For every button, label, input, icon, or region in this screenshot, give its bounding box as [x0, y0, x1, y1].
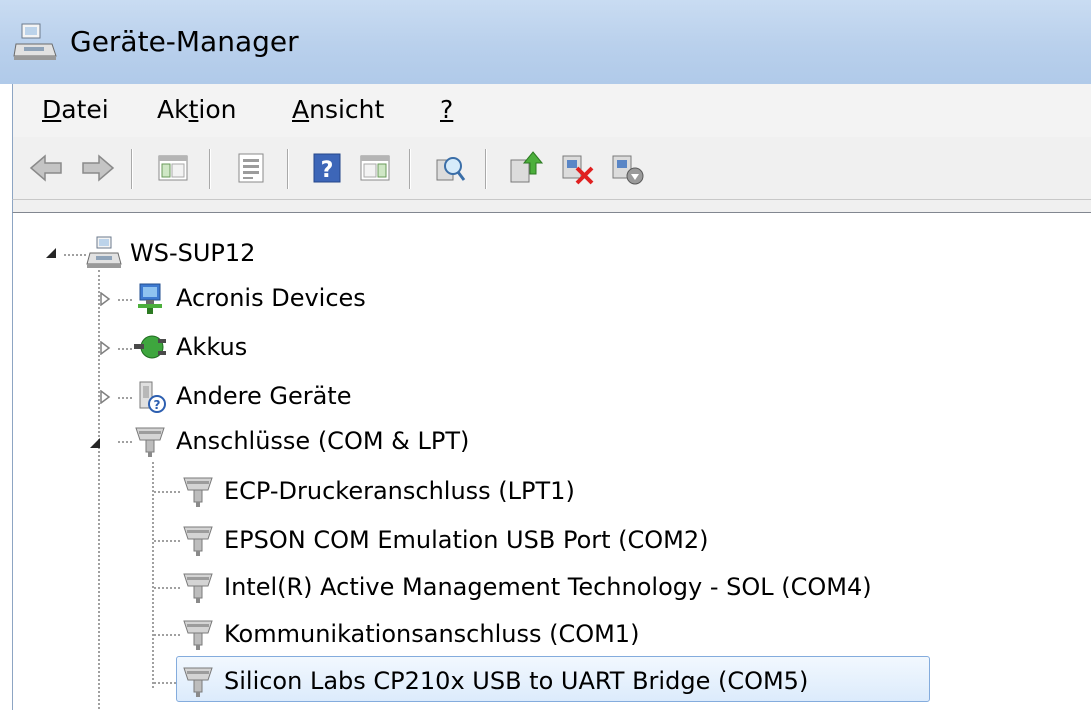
- menu-aktion-label-b: ion: [198, 95, 237, 124]
- computer-icon: [86, 236, 122, 268]
- unknown-device-icon: ?: [139, 381, 166, 413]
- port-connector-icon: [183, 667, 213, 697]
- tree-line: [118, 397, 132, 399]
- tree-line: [64, 254, 86, 256]
- toolbar-gap: [12, 200, 1091, 212]
- port-item-label: EPSON COM Emulation USB Port (COM2): [224, 526, 709, 554]
- svg-text:?: ?: [154, 398, 161, 412]
- menu-ansicht-mnemonic: A: [292, 95, 310, 124]
- tree-item-andere-geraete[interactable]: ? Andere Geräte: [132, 376, 351, 416]
- port-connector-icon: [183, 620, 213, 650]
- menu-help-mnemonic: ?: [440, 95, 454, 124]
- port-item-com1[interactable]: Kommunikationsanschluss (COM1): [180, 614, 639, 654]
- tree-root-label: WS-SUP12: [130, 239, 256, 267]
- tree-item-label: Andere Geräte: [176, 382, 352, 410]
- port-connector-icon: [183, 573, 213, 603]
- tree-line: [154, 491, 180, 493]
- menu-bar: Datei Aktion Ansicht ?: [12, 84, 1091, 137]
- tree-line: [118, 441, 132, 443]
- port-item-label: Kommunikationsanschluss (COM1): [224, 620, 640, 648]
- port-item-label: Silicon Labs CP210x USB to UART Bridge (…: [224, 667, 809, 695]
- show-hide-console-tree-icon[interactable]: [155, 150, 191, 186]
- update-driver-icon[interactable]: [507, 150, 543, 186]
- collapse-arrow-icon[interactable]: [88, 436, 102, 450]
- tree-line: [154, 634, 180, 636]
- tree-item-acronis-devices[interactable]: Acronis Devices: [132, 278, 366, 318]
- port-item-label: Intel(R) Active Management Technology - …: [224, 573, 872, 601]
- menu-ansicht[interactable]: Ansicht: [292, 92, 384, 128]
- port-item-lpt1[interactable]: ECP-Druckeranschluss (LPT1): [180, 471, 575, 511]
- tree-line: [154, 587, 180, 589]
- port-item-com5[interactable]: Silicon Labs CP210x USB to UART Bridge (…: [180, 661, 808, 701]
- uninstall-icon[interactable]: [559, 150, 595, 186]
- disable-device-icon[interactable]: [609, 150, 645, 186]
- menu-aktion-mnemonic: t: [188, 95, 199, 124]
- collapse-arrow-icon[interactable]: [44, 246, 58, 260]
- port-connector-icon: [183, 526, 213, 556]
- expand-arrow-icon[interactable]: [98, 341, 112, 355]
- tree-item-label: Anschlüsse (COM & LPT): [176, 427, 470, 455]
- battery-plug-icon: [134, 335, 166, 359]
- tree-item-label: Acronis Devices: [176, 284, 366, 312]
- menu-datei-label: atei: [61, 95, 109, 124]
- device-manager-icon: [13, 23, 57, 60]
- port-item-label: ECP-Druckeranschluss (LPT1): [224, 477, 575, 505]
- tree-item-anschluesse[interactable]: Anschlüsse (COM & LPT): [132, 421, 469, 461]
- port-item-com2[interactable]: EPSON COM Emulation USB Port (COM2): [180, 520, 709, 560]
- tree-line: [152, 462, 154, 688]
- forward-icon[interactable]: [79, 150, 115, 186]
- tree-line: [118, 299, 132, 301]
- network-computer-icon: [138, 283, 162, 314]
- scan-hardware-icon[interactable]: [431, 150, 467, 186]
- svg-text:?: ?: [321, 158, 334, 183]
- menu-datei[interactable]: Datei: [42, 92, 109, 128]
- tree-line: [98, 270, 100, 709]
- menu-help[interactable]: ?: [440, 92, 453, 128]
- menu-aktion-label-a: Ak: [157, 95, 189, 124]
- menu-datei-mnemonic: D: [42, 95, 62, 124]
- help-icon[interactable]: ?: [309, 150, 345, 186]
- toolbar: ?: [12, 137, 1091, 200]
- port-connector-icon: [183, 477, 213, 507]
- action-pane-icon[interactable]: [357, 150, 393, 186]
- tree-line: [154, 540, 180, 542]
- expand-arrow-icon[interactable]: [98, 390, 112, 404]
- expand-arrow-icon[interactable]: [98, 292, 112, 306]
- menu-aktion[interactable]: Aktion: [157, 92, 237, 128]
- properties-icon[interactable]: [233, 150, 269, 186]
- toolbar-separator: [131, 149, 133, 189]
- tree-item-label: Akkus: [176, 333, 248, 361]
- toolbar-separator: [485, 149, 487, 189]
- toolbar-separator: [287, 149, 289, 189]
- tree-root[interactable]: WS-SUP12: [86, 233, 255, 273]
- back-icon[interactable]: [29, 150, 65, 186]
- tree-line: [118, 348, 132, 350]
- toolbar-separator: [209, 149, 211, 189]
- tree-line: [154, 682, 176, 684]
- window-title: Geräte-Manager: [70, 25, 299, 58]
- toolbar-separator: [409, 149, 411, 189]
- title-bar: Geräte-Manager: [0, 0, 1091, 84]
- port-item-com4[interactable]: Intel(R) Active Management Technology - …: [180, 567, 872, 607]
- port-connector-icon: [135, 427, 165, 457]
- tree-item-akkus[interactable]: Akkus: [132, 327, 247, 367]
- menu-ansicht-label: nsicht: [309, 95, 385, 124]
